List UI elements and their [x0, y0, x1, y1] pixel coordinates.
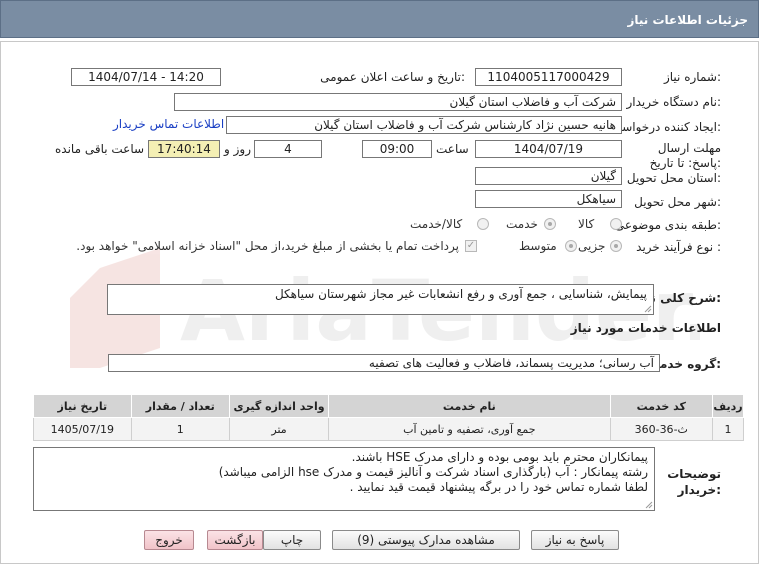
deadline-label: مهلت ارسال پاسخ: تا تاریخ: [649, 141, 721, 170]
remaining-time-field: 17:40:14 [148, 140, 220, 158]
announce-label: تاریخ و ساعت اعلان عمومی: [320, 70, 465, 84]
creator-field: هانیه حسین نژاد کارشناس شرکت آب و فاضلاب… [226, 116, 622, 134]
remaining-label: ساعت باقی مانده [55, 142, 145, 156]
creator-label: ایجاد کننده درخواست: [610, 120, 721, 134]
cell-service-code: ث-36-360 [609, 417, 713, 441]
category-option-goods-service: کالا/خدمت [410, 217, 463, 231]
print-button[interactable]: چاپ [263, 530, 321, 550]
deadline-time-field: 09:00 [362, 140, 432, 158]
resize-handle-icon[interactable] [645, 501, 653, 509]
province-field: گیلان [475, 167, 622, 185]
summary-textarea[interactable]: پیمایش، شناسایی ، جمع آوری و رفع انشعابا… [107, 284, 654, 315]
notes-line: لطفا شماره تماس خود را در برگه پیشنهاد ق… [349, 480, 648, 494]
payment-note: پرداخت تمام یا بخشی از مبلغ خرید،از محل … [76, 239, 459, 253]
service-group-field: آب رسانی؛ مدیریت پسماند، فاضلاب و فعالیت… [108, 354, 660, 372]
cell-need-date: 1405/07/19 [33, 417, 132, 441]
notes-line: پیمانکاران محترم باید بومی بوده و دارای … [351, 450, 648, 464]
buyer-contact-link[interactable]: اطلاعات تماس خریدار [113, 117, 224, 131]
deadline-date-field: 1404/07/19 [475, 140, 622, 158]
table-row: 1405/07/19 1 متر جمع آوری، تصفیه و تامین… [33, 417, 745, 441]
city-field: سیاهکل [475, 190, 622, 208]
need-number-label: شماره نیاز: [663, 70, 721, 84]
category-radio-goods-service[interactable] [477, 218, 489, 230]
process-radio-medium[interactable] [565, 240, 577, 252]
city-label: شهر محل تحویل: [634, 195, 721, 209]
notes-line: رشته پیمانکار : آب (بارگذاری اسناد شرکت … [218, 465, 648, 479]
page-title: جزئیات اطلاعات نیاز [627, 13, 748, 27]
category-label: طبقه بندی موضوعی: [614, 218, 721, 232]
category-radio-goods[interactable] [610, 218, 622, 230]
treasury-checkbox[interactable]: ✓ [465, 240, 477, 252]
col-service-name: نام خدمت [328, 394, 611, 418]
services-section-title: اطلاعات خدمات مورد نیاز [570, 321, 721, 335]
col-quantity: تعداد / مقدار [130, 394, 230, 418]
province-label: استان محل تحویل: [626, 171, 721, 185]
need-number-field: 1104005117000429 [475, 68, 622, 86]
announce-field: 1404/07/14 - 14:20 [71, 68, 221, 86]
notes-textarea[interactable]: پیمانکاران محترم باید بومی بوده و دارای … [33, 447, 655, 511]
col-row-number: ردیف [711, 394, 745, 418]
category-radio-service[interactable] [544, 218, 556, 230]
services-table: تاریخ نیاز تعداد / مقدار واحد اندازه گیر… [33, 394, 745, 441]
process-label: نوع فرآیند خرید : [636, 240, 721, 254]
page-header: جزئیات اطلاعات نیاز [0, 0, 759, 38]
notes-label: توضیحات خریدار: [667, 467, 721, 497]
cell-row-number: 1 [711, 417, 745, 441]
back-button[interactable]: بازگشت [207, 530, 263, 550]
process-option-minor: جزیی [578, 239, 606, 253]
process-option-medium: متوسط [519, 239, 557, 253]
resize-handle-icon[interactable] [644, 305, 652, 313]
summary-text: پیمایش، شناسایی ، جمع آوری و رفع انشعابا… [274, 287, 647, 301]
process-radio-minor[interactable] [610, 240, 622, 252]
deadline-time-label: ساعت [436, 142, 469, 156]
category-option-goods: کالا [578, 217, 595, 231]
buyer-org-label: نام دستگاه خریدار: [626, 95, 722, 109]
days-field: 4 [254, 140, 322, 158]
reply-button[interactable]: پاسخ به نیاز [531, 530, 619, 550]
buyer-org-field: شرکت آب و فاضلاب استان گیلان [174, 93, 622, 111]
cell-quantity: 1 [130, 417, 230, 441]
view-documents-button[interactable]: مشاهده مدارک پیوستی (9) [332, 530, 520, 550]
category-option-service: خدمت [506, 217, 538, 231]
days-label: روز و [224, 142, 251, 156]
col-unit: واحد اندازه گیری [228, 394, 330, 418]
exit-button[interactable]: خروج [144, 530, 194, 550]
cell-service-name: جمع آوری، تصفیه و تامین آب [328, 417, 611, 441]
cell-unit: متر [228, 417, 330, 441]
col-need-date: تاریخ نیاز [33, 394, 132, 418]
col-service-code: کد خدمت [609, 394, 713, 418]
